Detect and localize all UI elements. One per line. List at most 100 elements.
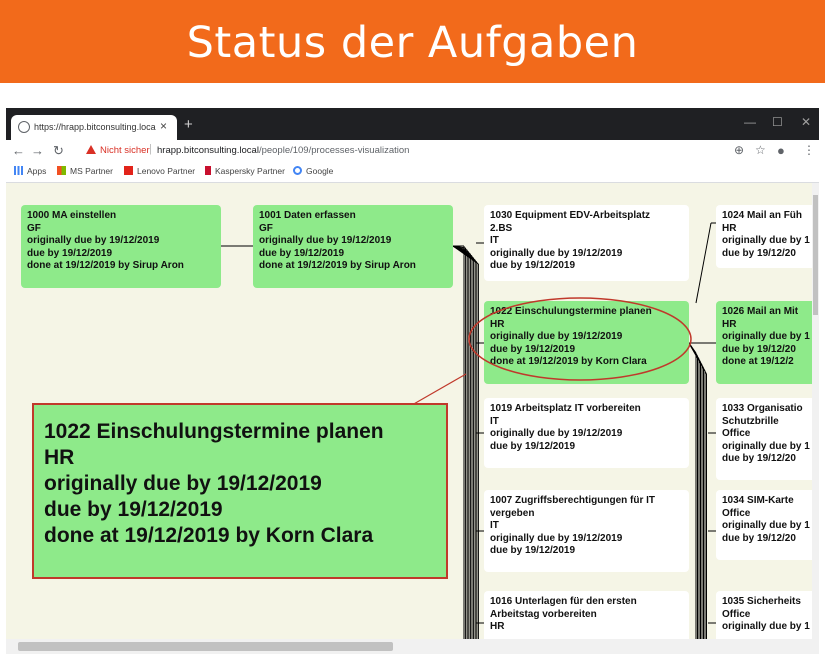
connector-line <box>695 222 712 304</box>
new-tab-icon[interactable]: + <box>184 116 193 133</box>
task-card[interactable]: 1007 Zugriffsberechtigungen für IT vergeb… <box>484 490 689 572</box>
task-card[interactable]: 1022 Einschulungstermine planen HR origina… <box>484 301 689 384</box>
tab-title: https://hrapp.bitconsulting.local/ <box>34 122 156 132</box>
task-card[interactable]: 1033 Organisatio Schutzbrille Office origin… <box>716 398 819 480</box>
task-card-line: originally due by 1 <box>722 331 810 342</box>
zoomed-task-callout: 1022 Einschulungstermine planen HR origi… <box>32 403 448 579</box>
task-card-line: Arbeitstag vorbereiten <box>490 608 597 620</box>
maximize-icon[interactable]: ☐ <box>772 115 783 129</box>
task-card[interactable]: 1000 MA einstellen GF originally due by 19… <box>21 205 221 288</box>
task-card-line: HR <box>490 318 505 330</box>
task-card-line: due by 19/12/2019 <box>490 545 576 556</box>
task-card-line: originally due by 19/12/2019 <box>490 247 623 259</box>
vertical-scroll-thumb[interactable] <box>813 195 818 315</box>
task-card[interactable]: 1001 Daten erfassen GF originally due by 1… <box>253 205 453 288</box>
task-card-line: Office <box>722 428 751 439</box>
task-card-line: originally due by 19/12/2019 <box>490 428 623 439</box>
forward-icon[interactable]: → <box>31 143 44 158</box>
task-card-line: 1035 Sicherheits <box>722 596 801 607</box>
zoom-line: HR <box>44 446 75 469</box>
reload-icon[interactable]: ↻ <box>53 143 64 159</box>
task-card-line: 2.BS <box>490 222 513 234</box>
lenovo-icon <box>124 166 133 175</box>
bookmark-apps[interactable]: Apps <box>14 166 46 176</box>
task-card-line: due by 19/12/20 <box>722 343 796 355</box>
task-card-line: due by 19/12/20 <box>722 453 796 464</box>
task-card-line: GF <box>259 222 273 234</box>
task-card-line: originally due by 19/12/2019 <box>27 235 160 246</box>
task-card-line: due by 19/12/2019 <box>490 440 576 452</box>
bookmark-lenovo-partner[interactable]: Lenovo Partner <box>124 166 195 176</box>
zoom-line: due by 19/12/2019 <box>44 498 223 521</box>
horizontal-scrollbar[interactable] <box>6 639 819 654</box>
task-card-line: HR <box>490 621 505 632</box>
task-card-line: due by 19/12/2019 <box>490 343 576 355</box>
vertical-scrollbar[interactable] <box>812 183 819 639</box>
banner-title: Status der Aufgaben <box>186 18 639 68</box>
task-card-line: done at 19/12/2 <box>722 356 794 367</box>
close-window-icon[interactable]: ✕ <box>801 115 811 129</box>
bookmark-ms-partner[interactable]: MS Partner <box>57 166 113 176</box>
url-path: /people/109/processes-visualization <box>258 145 410 156</box>
task-card-line: Office <box>722 507 751 519</box>
menu-icon[interactable]: ⋮ <box>803 143 815 157</box>
globe-icon <box>18 121 30 133</box>
task-card-line: done at 19/12/2019 by Korn Clara <box>490 356 647 367</box>
task-card-line: due by 19/12/20 <box>722 247 796 259</box>
bookmarks-bar: Apps MS Partner Lenovo Partner Kaspersky… <box>6 162 819 183</box>
task-card-line: originally due by 1 <box>722 235 810 246</box>
task-card[interactable]: 1019 Arbeitsplatz IT vorbereiten IT origin… <box>484 398 689 468</box>
task-card[interactable]: 1024 Mail an Füh HR originally due by 1 due… <box>716 205 819 268</box>
task-card-line: originally due by 1 <box>722 440 810 452</box>
task-card-line: 1024 Mail an Füh <box>722 210 803 221</box>
task-card[interactable]: 1026 Mail an Mit HR originally due by 1 due… <box>716 301 819 384</box>
bookmark-label: Apps <box>27 166 47 176</box>
microsoft-icon <box>57 166 66 175</box>
task-card-line: originally due by 1 <box>722 621 810 632</box>
browser-tab[interactable]: https://hrapp.bitconsulting.local/ × <box>11 115 177 140</box>
kaspersky-icon <box>205 166 211 175</box>
task-card-line: Schutzbrille <box>722 415 779 427</box>
task-card-line: 1007 Zugriffsberechtigungen für IT <box>490 495 656 506</box>
url-field[interactable]: hrapp.bitconsulting.local/people/109/pro… <box>157 145 409 156</box>
task-card-line: due by 19/12/2019 <box>490 260 576 271</box>
task-card-line: Office <box>722 608 751 620</box>
task-card[interactable]: 1030 Equipment EDV-Arbeitsplatz 2.BS IT ori… <box>484 205 689 281</box>
bookmark-google[interactable]: Google <box>293 166 333 176</box>
minimize-icon[interactable]: — <box>744 115 756 129</box>
warning-icon <box>86 145 96 154</box>
zoom-icon[interactable]: ⊕ <box>734 143 744 157</box>
task-card-line: done at 19/12/2019 by Sirup Aron <box>259 260 416 271</box>
task-card-line: due by 19/12/2019 <box>27 247 113 259</box>
google-icon <box>293 166 302 175</box>
task-card-line: originally due by 19/12/2019 <box>490 331 623 342</box>
task-card-line: HR <box>722 318 737 330</box>
task-card-line: vergeben <box>490 507 535 519</box>
task-card-line: GF <box>27 222 41 234</box>
bookmark-kaspersky-partner[interactable]: Kaspersky Partner <box>205 166 285 176</box>
bookmark-label: MS Partner <box>70 166 113 176</box>
url-host: hrapp.bitconsulting.local <box>157 145 259 156</box>
star-icon[interactable]: ☆ <box>755 143 766 157</box>
url-separator: | <box>149 143 152 155</box>
horizontal-scroll-thumb[interactable] <box>18 642 393 651</box>
insecure-label[interactable]: Nicht sicher <box>100 145 150 156</box>
zoom-line: originally due by 19/12/2019 <box>44 472 322 495</box>
task-card-line: done at 19/12/2019 by Sirup Aron <box>27 260 184 271</box>
task-card-line: 1000 MA einstellen <box>27 210 117 221</box>
task-card-line: IT <box>490 235 499 246</box>
task-card-line: IT <box>490 415 499 427</box>
back-icon[interactable]: ← <box>12 143 25 158</box>
header-banner: Status der Aufgaben <box>0 0 825 83</box>
task-card-line: 1033 Organisatio <box>722 403 803 414</box>
task-card-line: 1016 Unterlagen für den ersten <box>490 596 637 607</box>
bookmark-label: Google <box>306 166 334 176</box>
task-card[interactable]: 1034 SIM-Karte Office originally due by 1d… <box>716 490 819 560</box>
bookmark-label: Kaspersky Partner <box>215 166 285 176</box>
browser-titlebar: https://hrapp.bitconsulting.local/ × + —… <box>6 108 819 140</box>
account-icon[interactable]: ● <box>777 143 785 158</box>
task-card-line: originally due by 1 <box>722 520 810 531</box>
zoom-line: done at 19/12/2019 by Korn Clara <box>44 524 374 547</box>
tab-close-icon[interactable]: × <box>160 119 167 133</box>
task-card-line: 1034 SIM-Karte <box>722 495 794 506</box>
